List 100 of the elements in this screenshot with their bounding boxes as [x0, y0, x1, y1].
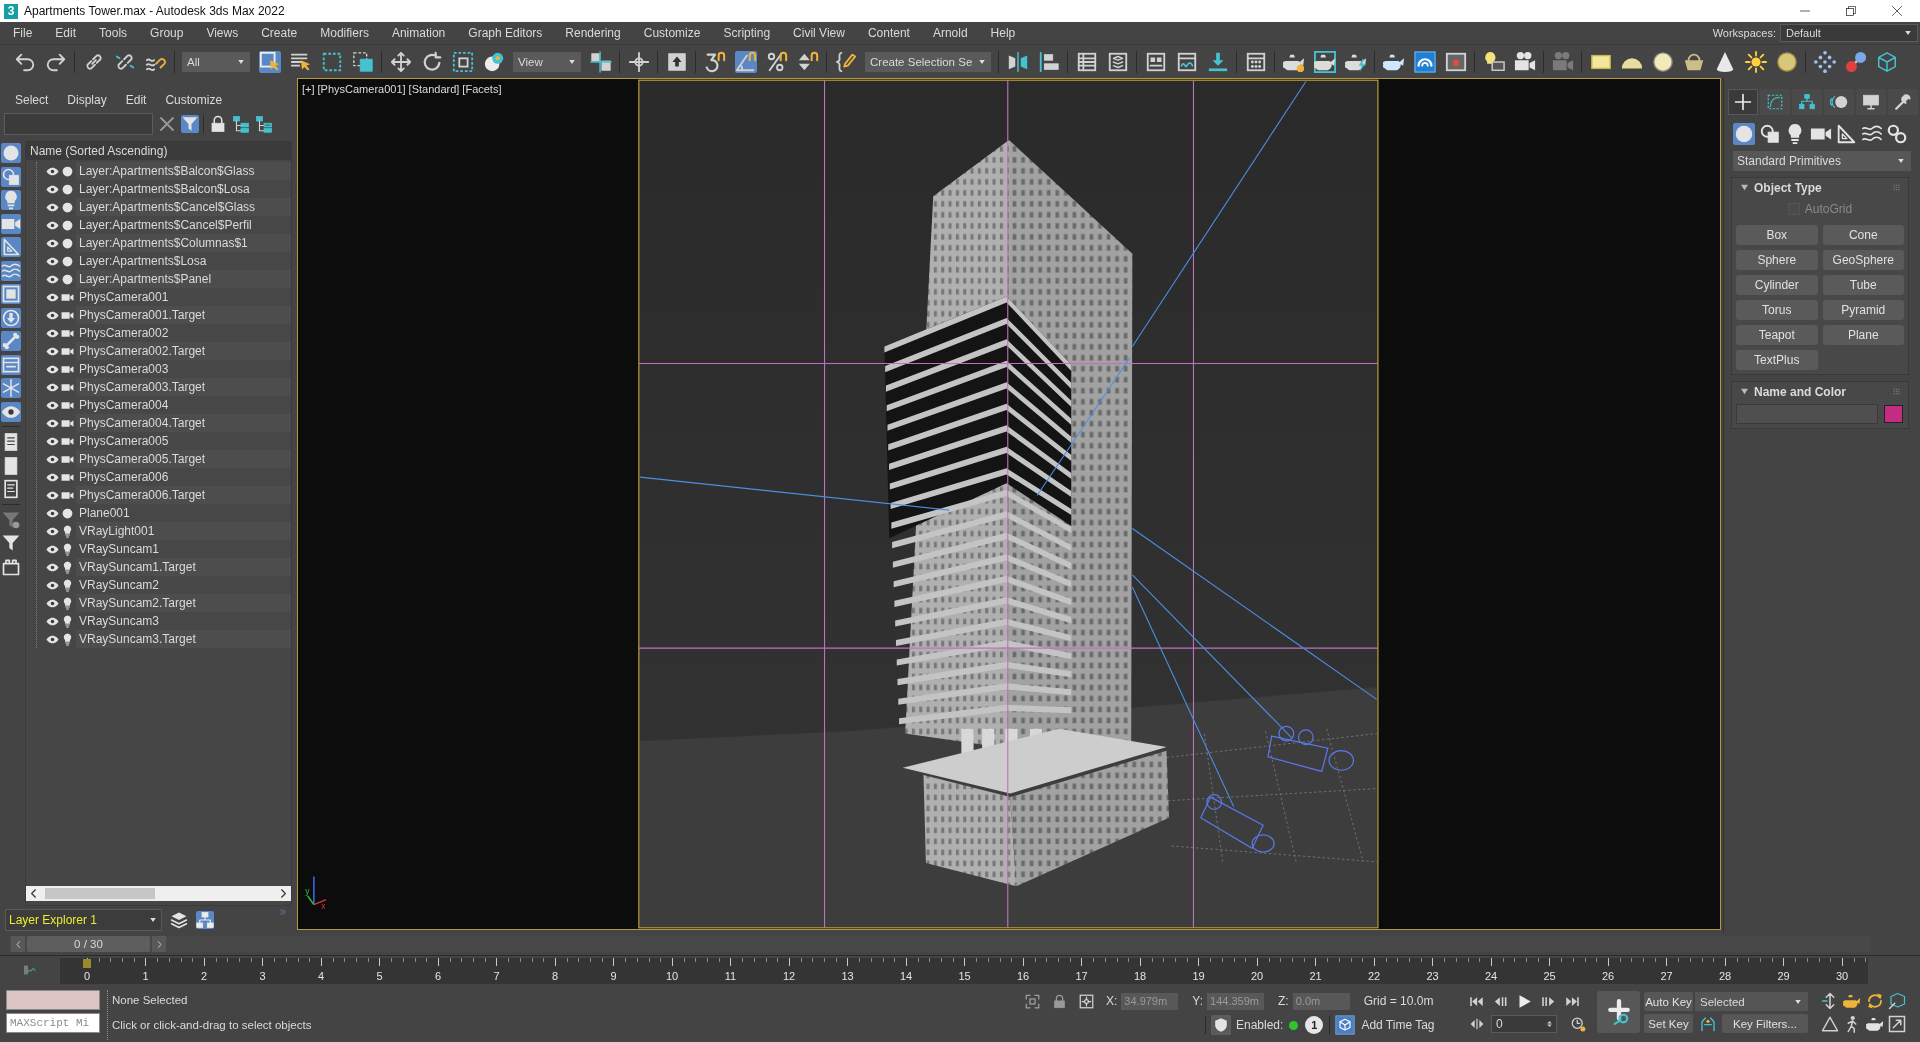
percent-snap-icon[interactable]	[765, 50, 788, 73]
tree-item[interactable]: PhysCamera001.Target	[76, 306, 291, 324]
sphere-icon[interactable]	[1733, 123, 1755, 145]
tray-icon[interactable]	[1, 354, 21, 375]
horizontal-scrollbar[interactable]	[26, 886, 291, 901]
scale-squares-icon[interactable]	[451, 50, 474, 73]
explorer-dropdown[interactable]: Layer Explorer 1	[5, 908, 162, 931]
primitive-button[interactable]: GeoSphere	[1822, 250, 1904, 270]
angle-snap-icon[interactable]	[734, 50, 757, 73]
listener-output-field[interactable]	[6, 990, 100, 1010]
primitive-button[interactable]: Cone	[1822, 225, 1904, 245]
chevron-left-icon[interactable]	[29, 889, 38, 898]
ribbon-panel-icon[interactable]	[1144, 50, 1167, 73]
explorer-menu-item[interactable]: Customize	[165, 92, 223, 108]
tree-item[interactable]: PhysCamera004.Target	[76, 414, 291, 432]
molecule-icon[interactable]	[1844, 50, 1867, 73]
skip-to-end-icon[interactable]	[1565, 994, 1580, 1009]
tree-list-icon[interactable]	[232, 115, 250, 133]
dot-grid-icon[interactable]	[1813, 50, 1836, 73]
crosshair-icon[interactable]	[627, 50, 650, 73]
tree-list-icon[interactable]	[255, 115, 273, 133]
viewport-label-menu[interactable]: [Facets]	[462, 83, 502, 95]
explorer-menu-item[interactable]: Display	[67, 92, 107, 108]
command-panel-tab[interactable]	[1792, 89, 1822, 115]
menu-item[interactable]: Rendering	[565, 26, 621, 40]
tree-item[interactable]: PhysCamera003.Target	[76, 378, 291, 396]
menu-item[interactable]: Tools	[99, 26, 128, 40]
framed-square-icon[interactable]	[1, 284, 21, 304]
explorer-menu-item[interactable]: Select	[15, 92, 49, 108]
teapot-icon[interactable]	[1843, 992, 1862, 1010]
command-panel-tab[interactable]	[1888, 89, 1918, 115]
menu-item[interactable]: Content	[867, 26, 910, 40]
tree-item[interactable]: VRayLight001	[76, 522, 291, 540]
cursor-box-icon[interactable]	[258, 50, 281, 73]
tree-item[interactable]: Layer:Apartments$Columnas$1	[76, 234, 291, 252]
collapse-triangle-icon[interactable]	[1741, 388, 1748, 395]
primitive-button[interactable]: TextPlus	[1736, 350, 1818, 370]
shield-icon[interactable]	[1211, 1015, 1231, 1035]
key-set-dropdown[interactable]: Selected	[1695, 992, 1808, 1011]
layer-stack-icon[interactable]	[1106, 50, 1129, 73]
command-panel-tab[interactable]	[1728, 89, 1758, 115]
menu-item[interactable]: Group	[150, 26, 184, 40]
explorer-menu-item[interactable]: Edit	[125, 92, 147, 108]
cube-tile-icon[interactable]	[1335, 1015, 1356, 1035]
maximize-icon[interactable]	[1887, 1015, 1906, 1033]
add-time-tag-link[interactable]: Add Time Tag	[1361, 1018, 1435, 1032]
magnet-curve-icon[interactable]	[703, 50, 726, 73]
primitive-button[interactable]: Cylinder	[1736, 275, 1818, 295]
spinner-snap-icon[interactable]	[796, 50, 819, 73]
glowing-sphere-icon[interactable]	[1651, 50, 1674, 73]
menu-item[interactable]: Help	[990, 26, 1016, 40]
play-icon[interactable]	[1517, 994, 1532, 1009]
primitive-button[interactable]: Sphere	[1736, 250, 1818, 270]
overlapping-shapes-icon[interactable]	[1, 166, 21, 187]
step-forward-icon[interactable]	[1541, 994, 1556, 1009]
mirror-icon[interactable]	[1006, 50, 1029, 73]
viewport-panel[interactable]: [+] [PhysCamera001] [Standard] [Facets] y x	[297, 78, 1721, 930]
sphere-icon[interactable]	[1, 143, 21, 163]
waves-icon[interactable]	[1, 260, 21, 281]
bone-icon[interactable]	[1, 331, 21, 351]
skip-to-start-icon[interactable]	[1469, 994, 1484, 1009]
timeline-track[interactable]: 0 1 2 3 4 5 6 7 8 9 10 11 12 13 14 15 16 17 18 19 20 21 22 23 24 25 26 27 28 29 30	[60, 958, 1868, 984]
tree-item[interactable]: PhysCamera006.Target	[76, 486, 291, 504]
toolbar-dropdown[interactable]: Create Selection Se	[865, 51, 992, 72]
menu-item[interactable]: File	[13, 26, 33, 40]
menu-item[interactable]: Graph Editors	[468, 26, 543, 40]
tree-item[interactable]: VRaySuncam2.Target	[76, 594, 291, 612]
align-bars-icon[interactable]	[1037, 50, 1060, 73]
set-key-button[interactable]: Set Key	[1644, 1014, 1693, 1033]
collapse-triangle-icon[interactable]	[1741, 184, 1748, 191]
hierarchy-icon[interactable]	[196, 910, 214, 929]
primitive-button[interactable]: Plane	[1822, 325, 1904, 345]
filter-icon[interactable]	[181, 115, 199, 133]
sun-icon[interactable]	[1744, 50, 1767, 73]
menu-item[interactable]: Civil View	[793, 26, 845, 40]
circle-arrow-icon[interactable]	[1, 307, 21, 328]
move-arrows-icon[interactable]	[389, 50, 412, 73]
menu-item[interactable]: Arnold	[932, 26, 968, 40]
download-tray-icon[interactable]	[1206, 50, 1229, 73]
workspace-dropdown[interactable]: Default	[1780, 24, 1918, 42]
clock-gear-icon[interactable]	[1571, 1016, 1586, 1032]
menu-item[interactable]: Edit	[55, 26, 77, 40]
teapot-icon[interactable]	[1865, 1015, 1884, 1033]
document-icon[interactable]	[1, 479, 21, 499]
chevron-right-icon[interactable]	[279, 889, 288, 898]
time-slider-thumb[interactable]: 0 / 30	[27, 936, 150, 952]
triangle-outline-icon[interactable]	[1821, 1015, 1839, 1033]
cube-arrow-icon[interactable]	[1887, 992, 1906, 1010]
close-icon[interactable]	[158, 115, 176, 133]
arrow-box-icon[interactable]	[665, 50, 688, 73]
close-icon[interactable]	[1892, 6, 1902, 16]
current-frame-marker[interactable]	[83, 959, 91, 968]
menu-item[interactable]: Animation	[391, 26, 446, 40]
layer-stack-icon[interactable]	[170, 910, 188, 929]
time-slider-track[interactable]: 0 / 30	[9, 936, 1870, 952]
curve-key-icon[interactable]	[21, 964, 39, 976]
command-panel-tab[interactable]	[1760, 89, 1790, 115]
movie-camera-icon[interactable]	[1513, 50, 1536, 73]
cube-frame-icon[interactable]	[1875, 50, 1898, 73]
swirl-tile-icon[interactable]	[1413, 50, 1436, 73]
